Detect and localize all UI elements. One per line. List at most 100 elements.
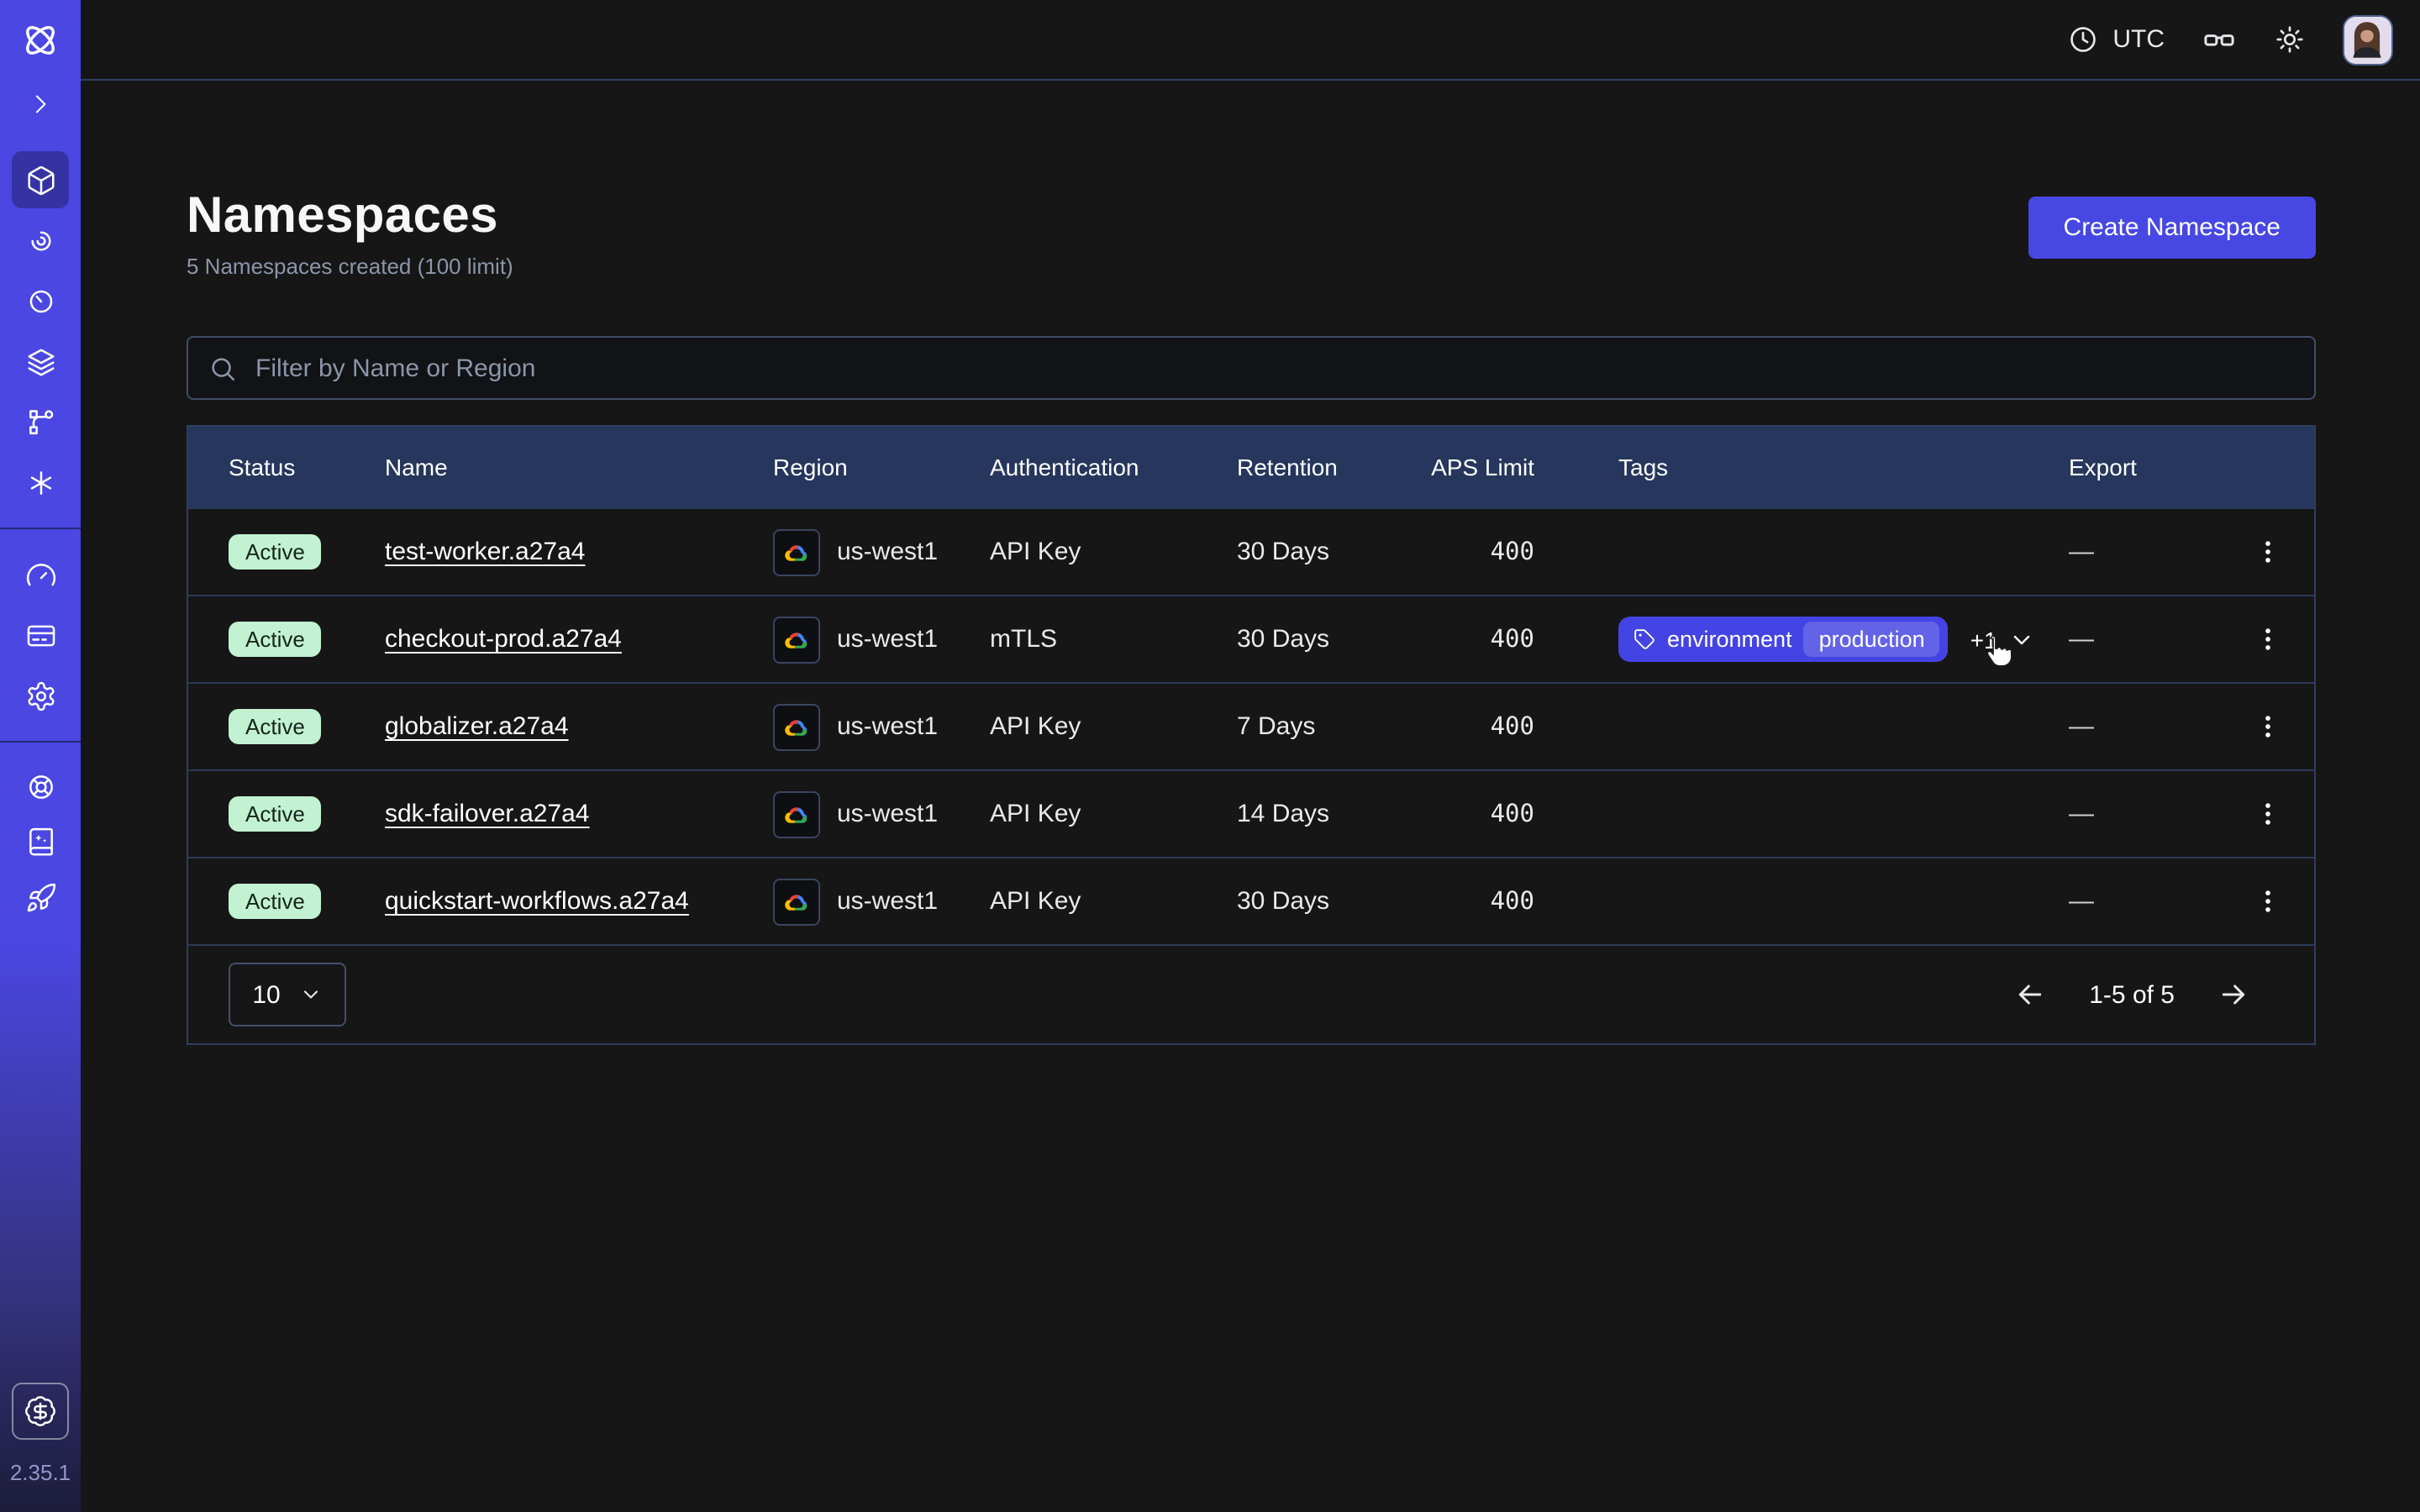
table-row: Active globalizer.a27a4 [188,682,2314,769]
sidebar-item-nexus[interactable] [12,454,69,511]
auth-label: API Key [990,538,1237,566]
export-value: — [2069,538,2220,566]
topbar: UTC [81,0,2420,81]
layers-icon [24,345,56,377]
status-badge: Active [229,709,322,744]
branch-icon [24,406,56,438]
kebab-menu-icon [2253,800,2281,828]
row-menu-button[interactable] [2246,618,2288,660]
sidebar-item-usage[interactable] [12,546,69,603]
table-row: Active test-worker.a27a4 [188,507,2314,595]
table-header-row: Status Name Region Authentication Retent… [188,427,2314,507]
tag-key: environment [1667,627,1792,652]
timezone-selector[interactable]: UTC [2067,24,2165,55]
labs-toggle-button[interactable] [2202,22,2237,57]
region-label: us-west1 [837,712,938,741]
sidebar-item-docs[interactable] [12,815,69,869]
row-menu-button[interactable] [2246,706,2288,748]
kebab-menu-icon [2253,625,2281,654]
table-row: Active checkout-prod.a27a4 [188,595,2314,682]
status-badge: Active [229,622,322,657]
arrow-right-icon [2217,978,2250,1011]
chevron-right-icon [27,91,54,118]
sidebar-item-batch-operations[interactable] [12,333,69,390]
theme-toggle-button[interactable] [2274,24,2306,55]
create-namespace-button[interactable]: Create Namespace [2028,197,2316,259]
filter-input[interactable] [252,352,2314,384]
gauge-icon [24,559,56,591]
kebab-menu-icon [2253,887,2281,916]
previous-page-button[interactable] [2013,978,2047,1011]
region-label: us-west1 [837,887,938,916]
retention-label: 30 Days [1237,538,1430,566]
rocket-icon [24,881,56,913]
search-icon [208,354,237,382]
retention-label: 7 Days [1237,712,1430,741]
table-row: Active quickstart-workflows.a27a4 [188,857,2314,944]
namespace-link[interactable]: globalizer.a27a4 [385,712,569,741]
export-value: — [2069,887,2220,916]
clock-icon [2067,24,2099,55]
tag-more-count[interactable]: +1 [1970,626,1997,653]
badge-dollar-icon [24,1394,57,1428]
temporal-logo-icon[interactable] [12,12,69,69]
sidebar-item-deployments[interactable] [12,393,69,450]
book-sparkle-icon [24,826,56,858]
sidebar-nav-account [12,546,69,724]
column-header-name: Name [385,454,773,480]
next-page-button[interactable] [2217,978,2250,1011]
auth-label: API Key [990,800,1237,828]
gcp-region-icon [773,528,820,575]
sidebar-item-namespaces[interactable] [12,151,69,208]
sidebar-item-getting-started[interactable] [12,870,69,924]
app-version: 2.35.1 [10,1460,71,1485]
gcp-region-icon [773,878,820,925]
aps-limit-value: 400 [1430,888,1618,915]
gcp-region-icon [773,790,820,837]
row-menu-button[interactable] [2246,531,2288,573]
status-badge: Active [229,534,322,570]
page-title: Namespaces [187,188,513,245]
status-badge: Active [229,796,322,832]
sidebar-nav-primary [12,151,69,511]
kebab-menu-icon [2253,538,2281,566]
sidebar-item-billing[interactable] [12,606,69,664]
row-menu-button[interactable] [2246,793,2288,835]
auth-label: mTLS [990,625,1237,654]
chevron-down-icon [299,983,323,1006]
page-size-select[interactable]: 10 [229,963,346,1026]
credits-button[interactable] [12,1383,69,1440]
chevron-down-icon[interactable] [2009,626,2036,653]
status-badge: Active [229,884,322,919]
user-avatar[interactable] [2343,14,2393,65]
sun-icon [2274,24,2306,55]
filter-bar [187,336,2316,400]
retention-label: 30 Days [1237,887,1430,916]
namespace-link[interactable]: test-worker.a27a4 [385,538,585,566]
table-row: Active sdk-failover.a27a4 [188,769,2314,857]
tag-pill[interactable]: environment production [1618,617,1949,662]
namespace-link[interactable]: checkout-prod.a27a4 [385,625,622,654]
retention-label: 30 Days [1237,625,1430,654]
table-footer: 10 1-5 of 5 [188,944,2314,1043]
sidebar-item-support[interactable] [12,759,69,813]
namespace-link[interactable]: sdk-failover.a27a4 [385,800,590,828]
tag-icon [1634,628,1655,650]
region-label: us-west1 [837,538,938,566]
sidebar-nav-help [12,759,69,924]
gcp-region-icon [773,616,820,663]
namespaces-table: Status Name Region Authentication Retent… [187,425,2316,1045]
row-menu-button[interactable] [2246,880,2288,922]
sidebar-item-settings[interactable] [12,667,69,724]
aps-limit-value: 400 [1430,538,1618,565]
asterisk-icon [24,466,56,498]
sidebar-item-workflows[interactable] [12,212,69,269]
sidebar-item-schedules[interactable] [12,272,69,329]
temporal-logo-icon [18,18,62,62]
auth-label: API Key [990,712,1237,741]
pagination-range: 1-5 of 5 [2089,980,2175,1009]
cube-icon [24,164,56,196]
sidebar-expand-button[interactable] [12,81,69,128]
namespace-link[interactable]: quickstart-workflows.a27a4 [385,887,689,916]
app-root: 2.35.1 UTC [0,0,2420,1512]
